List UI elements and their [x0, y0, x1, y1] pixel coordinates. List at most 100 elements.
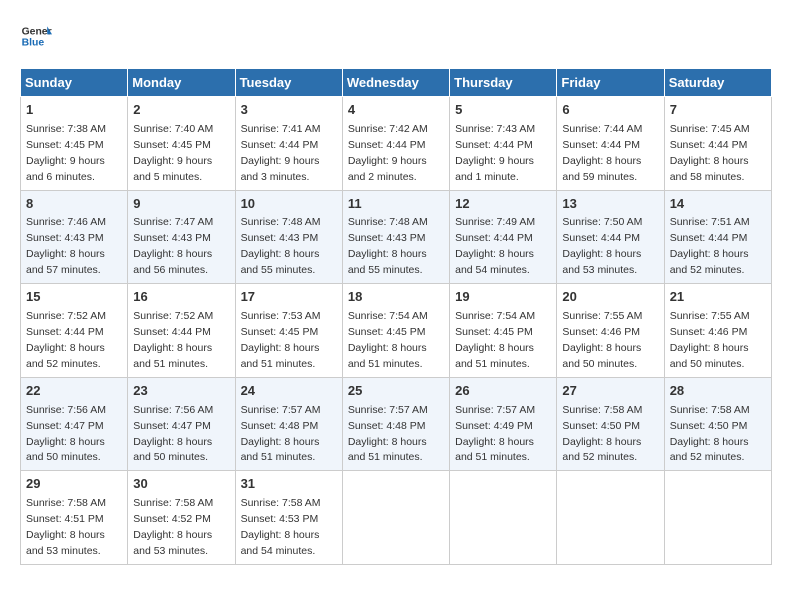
- calendar-day-23: 23 Sunrise: 7:56 AMSunset: 4:47 PMDaylig…: [128, 377, 235, 471]
- calendar-table: SundayMondayTuesdayWednesdayThursdayFrid…: [20, 68, 772, 565]
- calendar-day-26: 26 Sunrise: 7:57 AMSunset: 4:49 PMDaylig…: [450, 377, 557, 471]
- day-number: 20: [562, 288, 658, 307]
- day-sunrise: Sunrise: 7:54 AMSunset: 4:45 PMDaylight:…: [348, 310, 428, 370]
- day-sunrise: Sunrise: 7:43 AMSunset: 4:44 PMDaylight:…: [455, 123, 535, 183]
- weekday-header-wednesday: Wednesday: [342, 69, 449, 97]
- day-sunrise: Sunrise: 7:57 AMSunset: 4:48 PMDaylight:…: [241, 404, 321, 464]
- day-sunrise: Sunrise: 7:58 AMSunset: 4:50 PMDaylight:…: [670, 404, 750, 464]
- day-number: 5: [455, 101, 551, 120]
- day-sunrise: Sunrise: 7:48 AMSunset: 4:43 PMDaylight:…: [348, 216, 428, 276]
- day-number: 26: [455, 382, 551, 401]
- calendar-day-24: 24 Sunrise: 7:57 AMSunset: 4:48 PMDaylig…: [235, 377, 342, 471]
- day-sunrise: Sunrise: 7:52 AMSunset: 4:44 PMDaylight:…: [133, 310, 213, 370]
- calendar-day-2: 2 Sunrise: 7:40 AMSunset: 4:45 PMDayligh…: [128, 97, 235, 191]
- day-number: 9: [133, 195, 229, 214]
- day-sunrise: Sunrise: 7:42 AMSunset: 4:44 PMDaylight:…: [348, 123, 428, 183]
- calendar-day-31: 31 Sunrise: 7:58 AMSunset: 4:53 PMDaylig…: [235, 471, 342, 565]
- calendar-day-5: 5 Sunrise: 7:43 AMSunset: 4:44 PMDayligh…: [450, 97, 557, 191]
- weekday-header-monday: Monday: [128, 69, 235, 97]
- day-sunrise: Sunrise: 7:51 AMSunset: 4:44 PMDaylight:…: [670, 216, 750, 276]
- day-sunrise: Sunrise: 7:40 AMSunset: 4:45 PMDaylight:…: [133, 123, 213, 183]
- calendar-day-27: 27 Sunrise: 7:58 AMSunset: 4:50 PMDaylig…: [557, 377, 664, 471]
- day-number: 1: [26, 101, 122, 120]
- svg-text:Blue: Blue: [22, 38, 45, 49]
- calendar-day-8: 8 Sunrise: 7:46 AMSunset: 4:43 PMDayligh…: [21, 190, 128, 284]
- day-number: 11: [348, 195, 444, 214]
- calendar-day-4: 4 Sunrise: 7:42 AMSunset: 4:44 PMDayligh…: [342, 97, 449, 191]
- day-number: 8: [26, 195, 122, 214]
- calendar-day-21: 21 Sunrise: 7:55 AMSunset: 4:46 PMDaylig…: [664, 284, 771, 378]
- day-number: 29: [26, 475, 122, 494]
- calendar-day-3: 3 Sunrise: 7:41 AMSunset: 4:44 PMDayligh…: [235, 97, 342, 191]
- calendar-week-row: 8 Sunrise: 7:46 AMSunset: 4:43 PMDayligh…: [21, 190, 772, 284]
- day-number: 15: [26, 288, 122, 307]
- day-sunrise: Sunrise: 7:55 AMSunset: 4:46 PMDaylight:…: [562, 310, 642, 370]
- calendar-day-7: 7 Sunrise: 7:45 AMSunset: 4:44 PMDayligh…: [664, 97, 771, 191]
- calendar-day-30: 30 Sunrise: 7:58 AMSunset: 4:52 PMDaylig…: [128, 471, 235, 565]
- day-number: 14: [670, 195, 766, 214]
- weekday-header-tuesday: Tuesday: [235, 69, 342, 97]
- day-sunrise: Sunrise: 7:58 AMSunset: 4:50 PMDaylight:…: [562, 404, 642, 464]
- calendar-week-row: 1 Sunrise: 7:38 AMSunset: 4:45 PMDayligh…: [21, 97, 772, 191]
- day-number: 12: [455, 195, 551, 214]
- day-sunrise: Sunrise: 7:58 AMSunset: 4:51 PMDaylight:…: [26, 497, 106, 557]
- day-number: 16: [133, 288, 229, 307]
- page-header: General Blue: [20, 20, 772, 52]
- calendar-week-row: 22 Sunrise: 7:56 AMSunset: 4:47 PMDaylig…: [21, 377, 772, 471]
- day-number: 18: [348, 288, 444, 307]
- calendar-day-16: 16 Sunrise: 7:52 AMSunset: 4:44 PMDaylig…: [128, 284, 235, 378]
- calendar-empty-cell: [557, 471, 664, 565]
- calendar-day-19: 19 Sunrise: 7:54 AMSunset: 4:45 PMDaylig…: [450, 284, 557, 378]
- day-sunrise: Sunrise: 7:48 AMSunset: 4:43 PMDaylight:…: [241, 216, 321, 276]
- day-number: 10: [241, 195, 337, 214]
- day-number: 19: [455, 288, 551, 307]
- day-number: 22: [26, 382, 122, 401]
- day-sunrise: Sunrise: 7:44 AMSunset: 4:44 PMDaylight:…: [562, 123, 642, 183]
- day-sunrise: Sunrise: 7:55 AMSunset: 4:46 PMDaylight:…: [670, 310, 750, 370]
- day-sunrise: Sunrise: 7:54 AMSunset: 4:45 PMDaylight:…: [455, 310, 535, 370]
- day-sunrise: Sunrise: 7:41 AMSunset: 4:44 PMDaylight:…: [241, 123, 321, 183]
- day-number: 3: [241, 101, 337, 120]
- day-number: 13: [562, 195, 658, 214]
- day-sunrise: Sunrise: 7:57 AMSunset: 4:49 PMDaylight:…: [455, 404, 535, 464]
- day-sunrise: Sunrise: 7:38 AMSunset: 4:45 PMDaylight:…: [26, 123, 106, 183]
- logo-icon: General Blue: [20, 20, 52, 52]
- day-number: 24: [241, 382, 337, 401]
- day-sunrise: Sunrise: 7:56 AMSunset: 4:47 PMDaylight:…: [133, 404, 213, 464]
- day-number: 31: [241, 475, 337, 494]
- calendar-day-17: 17 Sunrise: 7:53 AMSunset: 4:45 PMDaylig…: [235, 284, 342, 378]
- calendar-day-20: 20 Sunrise: 7:55 AMSunset: 4:46 PMDaylig…: [557, 284, 664, 378]
- calendar-day-11: 11 Sunrise: 7:48 AMSunset: 4:43 PMDaylig…: [342, 190, 449, 284]
- logo: General Blue: [20, 20, 52, 52]
- calendar-day-15: 15 Sunrise: 7:52 AMSunset: 4:44 PMDaylig…: [21, 284, 128, 378]
- day-sunrise: Sunrise: 7:47 AMSunset: 4:43 PMDaylight:…: [133, 216, 213, 276]
- day-number: 23: [133, 382, 229, 401]
- day-number: 27: [562, 382, 658, 401]
- day-number: 17: [241, 288, 337, 307]
- day-number: 30: [133, 475, 229, 494]
- calendar-day-14: 14 Sunrise: 7:51 AMSunset: 4:44 PMDaylig…: [664, 190, 771, 284]
- calendar-day-28: 28 Sunrise: 7:58 AMSunset: 4:50 PMDaylig…: [664, 377, 771, 471]
- day-number: 25: [348, 382, 444, 401]
- day-sunrise: Sunrise: 7:53 AMSunset: 4:45 PMDaylight:…: [241, 310, 321, 370]
- calendar-day-18: 18 Sunrise: 7:54 AMSunset: 4:45 PMDaylig…: [342, 284, 449, 378]
- day-number: 6: [562, 101, 658, 120]
- weekday-header-sunday: Sunday: [21, 69, 128, 97]
- day-number: 2: [133, 101, 229, 120]
- day-sunrise: Sunrise: 7:46 AMSunset: 4:43 PMDaylight:…: [26, 216, 106, 276]
- calendar-week-row: 29 Sunrise: 7:58 AMSunset: 4:51 PMDaylig…: [21, 471, 772, 565]
- day-sunrise: Sunrise: 7:57 AMSunset: 4:48 PMDaylight:…: [348, 404, 428, 464]
- day-sunrise: Sunrise: 7:49 AMSunset: 4:44 PMDaylight:…: [455, 216, 535, 276]
- calendar-day-13: 13 Sunrise: 7:50 AMSunset: 4:44 PMDaylig…: [557, 190, 664, 284]
- calendar-empty-cell: [342, 471, 449, 565]
- calendar-day-6: 6 Sunrise: 7:44 AMSunset: 4:44 PMDayligh…: [557, 97, 664, 191]
- day-sunrise: Sunrise: 7:56 AMSunset: 4:47 PMDaylight:…: [26, 404, 106, 464]
- calendar-day-22: 22 Sunrise: 7:56 AMSunset: 4:47 PMDaylig…: [21, 377, 128, 471]
- day-sunrise: Sunrise: 7:58 AMSunset: 4:52 PMDaylight:…: [133, 497, 213, 557]
- day-sunrise: Sunrise: 7:52 AMSunset: 4:44 PMDaylight:…: [26, 310, 106, 370]
- calendar-empty-cell: [450, 471, 557, 565]
- day-number: 4: [348, 101, 444, 120]
- calendar-day-10: 10 Sunrise: 7:48 AMSunset: 4:43 PMDaylig…: [235, 190, 342, 284]
- weekday-header-thursday: Thursday: [450, 69, 557, 97]
- day-sunrise: Sunrise: 7:50 AMSunset: 4:44 PMDaylight:…: [562, 216, 642, 276]
